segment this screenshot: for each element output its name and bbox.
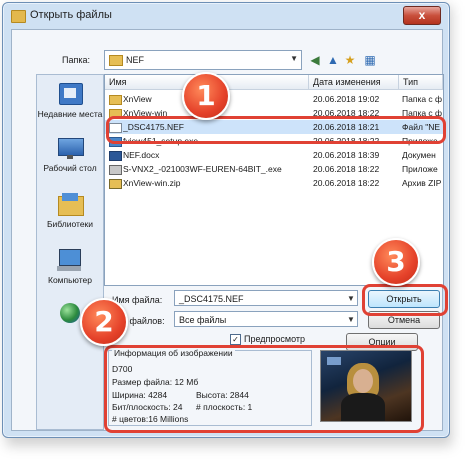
chevron-down-icon[interactable]: ▼ (347, 294, 355, 303)
place-label: Недавние места (37, 109, 103, 119)
file-date: 20.06.2018 18:39 (313, 150, 380, 160)
filename-input[interactable]: _DSC4175.NEF (174, 290, 358, 306)
close-button[interactable]: x (403, 6, 441, 25)
new-folder-icon[interactable]: ★ (343, 52, 357, 68)
back-icon[interactable]: ◀ (308, 52, 322, 68)
place-label: Рабочий стол (43, 163, 97, 173)
file-type: Приложе (402, 164, 438, 174)
chevron-down-icon[interactable]: ▼ (290, 54, 298, 63)
exe-icon (109, 165, 122, 175)
file-row[interactable]: XnView 20.06.2018 19:02 Папка с ф (105, 92, 443, 106)
chevron-down-icon[interactable]: ▼ (347, 315, 355, 324)
folder-icon (109, 95, 122, 105)
look-in-combo[interactable]: NEF ▼ (104, 50, 302, 70)
step-badge-3: 3 (372, 238, 420, 286)
file-type: Папка с ф (402, 94, 443, 104)
computer-icon (55, 247, 85, 273)
file-name: XnView-win.zip (123, 178, 181, 188)
place-label: Библиотеки (46, 219, 94, 229)
file-row[interactable]: S-VNX2_-021003WF-EUREN-64BIT_.exe 20.06.… (105, 162, 443, 176)
callout-open-button (362, 284, 448, 316)
place-label: Компьютер (48, 275, 92, 285)
file-date: 20.06.2018 19:02 (313, 94, 380, 104)
place-desktop[interactable]: Рабочий стол (37, 135, 103, 174)
place-libraries[interactable]: Библиотеки (37, 191, 103, 230)
look-in-label: Папка: (62, 55, 90, 65)
look-in-value: NEF (126, 55, 144, 65)
callout-selected-file (106, 116, 446, 144)
preview-label: Предпросмотр (244, 334, 306, 344)
folder-icon (11, 10, 26, 23)
file-name: S-VNX2_-021003WF-EUREN-64BIT_.exe (123, 164, 282, 174)
title-bar[interactable]: Открыть файлы x (3, 3, 449, 29)
column-header-type[interactable]: Тип (399, 75, 443, 90)
step-badge-1: 1 (182, 72, 230, 120)
view-menu-icon[interactable]: ▦ (360, 52, 380, 68)
desktop-icon (55, 135, 85, 161)
column-header-date[interactable]: Дата изменения (309, 75, 399, 90)
up-folder-icon[interactable]: ▲ (326, 52, 340, 68)
places-bar: Недавние места Рабочий стол Библиотеки К… (36, 74, 104, 430)
file-date: 20.06.2018 18:22 (313, 178, 380, 188)
place-computer[interactable]: Компьютер (37, 247, 103, 286)
file-name: NEF.docx (123, 150, 160, 160)
checkbox-checked-icon[interactable]: ✓ (230, 334, 241, 346)
step-badge-2: 2 (80, 298, 128, 346)
docx-icon (109, 151, 122, 161)
file-type: Архив ZIP (402, 178, 442, 188)
window-title: Открыть файлы (30, 9, 112, 21)
preview-toggle[interactable]: ✓ Предпросмотр (230, 334, 306, 346)
callout-image-info (104, 345, 424, 433)
zip-icon (109, 179, 122, 189)
file-date: 20.06.2018 18:22 (313, 164, 380, 174)
folder-icon (109, 55, 123, 66)
place-recent[interactable]: Недавние места (37, 81, 103, 120)
recent-places-icon (55, 81, 85, 107)
file-row[interactable]: XnView-win.zip 20.06.2018 18:22 Архив ZI… (105, 176, 443, 190)
libraries-icon (55, 191, 85, 217)
file-row[interactable]: NEF.docx 20.06.2018 18:39 Докумен (105, 148, 443, 162)
file-type: Докумен (402, 150, 436, 160)
filetype-select[interactable]: Все файлы (174, 311, 358, 327)
